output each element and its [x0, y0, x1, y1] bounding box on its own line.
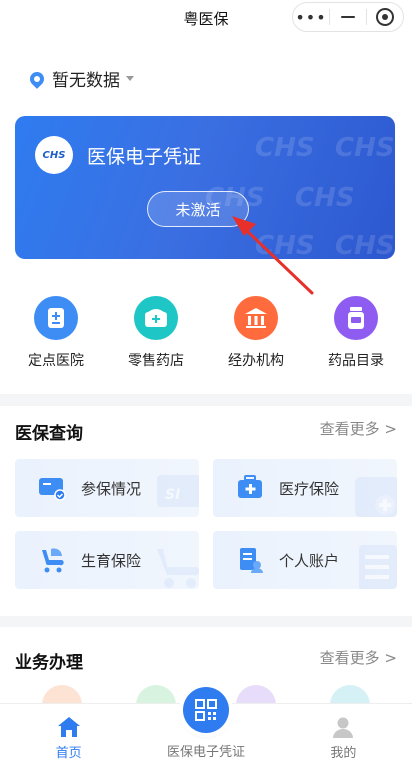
quick-actions: 定点医院 零售药店 经办机构 药品目录	[0, 296, 412, 370]
qr-code-icon	[195, 699, 217, 721]
svg-text:CHS: CHS	[295, 183, 355, 213]
svg-text:CHS: CHS	[335, 231, 395, 259]
user-icon	[333, 717, 354, 738]
tile-medical-insurance[interactable]: 医疗保险	[213, 459, 397, 517]
tab-voucher-label: 医保电子凭证	[166, 745, 245, 760]
top-bar: 粤医保 •••	[0, 0, 412, 36]
location-pin-icon	[27, 68, 47, 89]
more-options-button[interactable]: •••	[293, 3, 329, 31]
quick-action-pharmacy[interactable]: 零售药店	[113, 296, 199, 370]
minimize-icon	[341, 16, 355, 18]
chs-watermark-pattern: CHS CHS CHS CHS CHS CHS	[205, 133, 395, 259]
tile-maternity-insurance[interactable]: 生育保险	[15, 531, 199, 589]
close-target-icon	[376, 8, 394, 26]
mini-program-capsule: •••	[292, 2, 404, 32]
view-more-link[interactable]: 查看更多 >	[320, 418, 397, 439]
minimize-button[interactable]	[330, 3, 366, 31]
svg-text:CHS: CHS	[255, 133, 315, 163]
svg-text:SI: SI	[165, 487, 180, 503]
quick-action-label: 经办机构	[228, 353, 284, 369]
insurance-query-section: 医保查询 查看更多 > 参保情况 SI 医疗保险 生育保险 个人账户	[0, 406, 412, 616]
quick-action-label: 零售药店	[128, 353, 184, 369]
quick-action-label: 定点医院	[28, 353, 84, 369]
tab-label: 我的	[330, 746, 357, 761]
voucher-qr-button[interactable]	[183, 687, 229, 733]
home-icon	[57, 717, 80, 737]
activate-status-button[interactable]: 未激活	[147, 191, 249, 227]
medical-kit-watermark	[355, 477, 397, 517]
tile-insurance-status[interactable]: 参保情况 SI	[15, 459, 199, 517]
more-dots-icon: •••	[295, 7, 327, 27]
location-selector[interactable]: 暂无数据	[27, 66, 134, 91]
quick-action-institution[interactable]: 经办机构	[213, 296, 299, 370]
chs-logo: CHS	[35, 136, 73, 174]
institution-icon	[234, 296, 278, 340]
view-more-link[interactable]: 查看更多 >	[320, 647, 397, 668]
quick-action-label: 药品目录	[328, 353, 384, 369]
quick-action-medicine[interactable]: 药品目录	[313, 296, 399, 370]
close-button[interactable]	[367, 3, 403, 31]
medicine-icon	[334, 296, 378, 340]
medical-kit-icon	[238, 475, 262, 498]
svg-text:CHS: CHS	[255, 231, 315, 259]
medical-voucher-card[interactable]: CHS CHS CHS CHS CHS CHS CHS 医保电子凭证	[15, 116, 395, 259]
section-title: 业务办理	[15, 653, 83, 673]
hospital-icon	[34, 296, 78, 340]
stroller-icon	[42, 548, 64, 573]
location-text: 暂无数据	[52, 71, 120, 91]
pharmacy-icon	[134, 296, 178, 340]
quick-action-hospital[interactable]: 定点医院	[13, 296, 99, 370]
voucher-title: 医保电子凭证	[87, 146, 202, 168]
insurance-card-icon	[39, 478, 66, 501]
tile-label: 参保情况	[81, 480, 142, 498]
section-title: 医保查询	[15, 424, 83, 444]
tab-mine[interactable]: 我的	[275, 704, 412, 772]
chs-logo-text: CHS	[42, 149, 66, 161]
tile-label: 个人账户	[279, 552, 340, 570]
insurance-card-watermark: SI	[157, 475, 199, 507]
document-watermark	[359, 545, 397, 589]
tile-label: 医疗保险	[279, 480, 340, 498]
tab-home[interactable]: 首页	[0, 704, 137, 772]
tile-personal-account[interactable]: 个人账户	[213, 531, 397, 589]
svg-text:CHS: CHS	[335, 133, 395, 163]
tab-label: 首页	[55, 746, 82, 761]
caret-down-icon	[126, 76, 134, 81]
stroller-watermark	[157, 549, 199, 588]
tile-label: 生育保险	[81, 552, 142, 570]
account-document-icon	[240, 548, 263, 573]
